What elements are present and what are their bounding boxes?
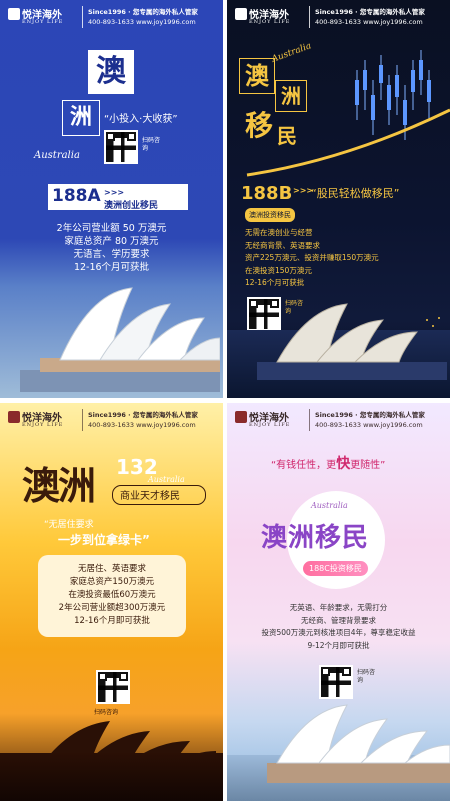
qr-code[interactable]: [96, 670, 130, 704]
requirement-item: 家庭总资产150万澳元: [69, 577, 155, 587]
header-divider: [309, 6, 310, 28]
qr-label: 扫码咨询: [142, 137, 161, 152]
requirement-item: 无需在澳创业与经营: [245, 228, 313, 237]
slogan-part-b: 更随性”: [350, 460, 386, 471]
header-divider: [82, 6, 83, 28]
slogan: “有钱任性，更快更随性”: [271, 453, 385, 473]
qr-code-icon: [106, 132, 136, 162]
header-divider: [309, 409, 310, 431]
poster-header: 悦洋海外 ENJOY LIFE Since1996 · 您专属的海外私人管家 4…: [0, 0, 223, 34]
title-ao: 澳: [88, 50, 134, 94]
logo-icon: [8, 411, 20, 423]
program-name: 澳洲创业移民: [104, 201, 159, 211]
poster-132: 悦洋海外 ENJOY LIFE Since1996 · 您专属的海外私人管家 4…: [0, 403, 223, 801]
requirement-item: 12-16个月可获批: [73, 262, 150, 273]
logo-icon: [235, 411, 247, 423]
requirement-item: 无经商背景、英语要求: [245, 240, 320, 250]
brand-sub: ENJOY LIFE: [22, 19, 64, 25]
program-name: 商业天才移民: [120, 491, 180, 502]
slogan: “小投入·大收获”: [104, 114, 178, 125]
slogan-line-2: 一步到位拿绿卡”: [58, 533, 150, 547]
arrows: >>>: [104, 188, 125, 197]
requirement-item: 无居住、英语要求: [77, 564, 146, 574]
requirement-item: 在澳投资150万澳元: [245, 265, 312, 275]
visa-code: 188B: [241, 183, 293, 204]
header-divider: [82, 409, 83, 431]
logo-icon: [8, 8, 20, 20]
requirements-list: 无居住、英语要求 家庭总资产150万澳元 在澳投资最低60万澳元 2年公司营业额…: [38, 563, 186, 628]
program-tag: 188C投资移民: [303, 561, 368, 576]
opera-house-image: [257, 303, 447, 380]
header-tagline: Since1996 · 您专属的海外私人管家: [315, 8, 425, 16]
script-australia: Australia: [148, 475, 185, 484]
title-ao: 澳: [239, 58, 275, 94]
qr-code-icon: [98, 672, 128, 702]
requirement-item: 无语言、学历要求: [73, 249, 150, 260]
brand-logo: 悦洋海外 ENJOY LIFE: [8, 6, 64, 32]
header-contact: 400-893-1633 www.joy1996.com: [315, 18, 423, 26]
slogan: “股民轻松做移民”: [311, 187, 400, 200]
brand-sub: ENJOY LIFE: [249, 19, 291, 25]
requirement-item: 在澳投资最低60万澳元: [68, 590, 156, 600]
header-tagline: Since1996 · 您专属的海外私人管家: [88, 411, 198, 419]
requirement-item: 资产225万澳元、投资并赚取150万澳元: [245, 253, 379, 262]
qr-code-icon: [321, 667, 351, 697]
header-tagline: Since1996 · 您专属的海外私人管家: [88, 8, 198, 16]
requirement-item: 无英语、年龄要求，无需打分: [289, 603, 388, 612]
qr-label: 扫码咨询: [357, 669, 376, 684]
requirement-item: 投资500万澳元到核准项目4年，尊享稳定收益: [261, 628, 416, 637]
header-tagline: Since1996 · 您专属的海外私人管家: [315, 411, 425, 419]
title-zhou: 洲: [275, 80, 307, 112]
poster-188b: 悦洋海外 ENJOY LIFE Since1996 · 您专属的海外私人管家 4…: [227, 0, 450, 398]
script-australia: Australia: [34, 150, 80, 161]
requirement-item: 2年公司营业额 50 万澳元: [56, 223, 167, 234]
logo-icon: [235, 8, 247, 20]
slogan-line-1: “无居住要求: [44, 520, 94, 530]
poster-188c: 悦洋海外 ENJOY LIFE Since1996 · 您专属的海外私人管家 4…: [227, 403, 450, 801]
requirements-list: 无需在澳创业与经营 无经商背景、英语要求 资产225万澳元、投资并赚取150万澳…: [245, 227, 379, 290]
requirement-item: 家庭总资产 80 万澳元: [64, 236, 159, 247]
opera-house-image: [20, 287, 220, 392]
requirements-list: 2年公司营业额 50 万澳元 家庭总资产 80 万澳元 无语言、学历要求 12-…: [0, 222, 223, 274]
ground-silhouette: [0, 753, 223, 801]
requirement-item: 2年公司营业额超300万澳元: [58, 603, 166, 613]
slogan-emphasis: 快: [336, 456, 351, 472]
header-contact: 400-893-1633 www.joy1996.com: [315, 421, 423, 429]
title-zhou: 洲: [62, 100, 100, 136]
title-yi: 移: [245, 109, 274, 142]
opera-house-image: [267, 704, 450, 783]
poster-header: 悦洋海外 ENJOY LIFE Since1996 · 您专属的海外私人管家 4…: [227, 0, 450, 34]
qr-code[interactable]: [319, 665, 353, 699]
qr-code[interactable]: [104, 130, 138, 164]
title-australia: 澳洲: [22, 463, 96, 508]
qr-label: 扫码咨询: [94, 709, 119, 716]
program-tag: 澳洲投资移民: [245, 208, 295, 222]
poster-188a: 悦洋海外 ENJOY LIFE Since1996 · 您专属的海外私人管家 4…: [0, 0, 223, 398]
header-contact: 400-893-1633 www.joy1996.com: [88, 18, 196, 26]
poster-header: 悦洋海外 ENJOY LIFE Since1996 · 您专属的海外私人管家 4…: [0, 403, 223, 437]
requirements-list: 无英语、年龄要求，无需打分 无经商、管理背景要求 投资500万澳元到核准项目4年…: [227, 602, 450, 652]
title-min: 民: [277, 124, 297, 148]
brand-logo: 悦洋海外 ENJOY LIFE: [235, 6, 291, 32]
brand-sub: ENJOY LIFE: [249, 422, 291, 428]
brand-sub: ENJOY LIFE: [22, 422, 64, 428]
brand-logo: 悦洋海外 ENJOY LIFE: [8, 409, 64, 435]
slogan-part-a: “有钱任性，更: [271, 460, 337, 471]
requirement-item: 无经商、管理背景要求: [301, 615, 376, 625]
poster-header: 悦洋海外 ENJOY LIFE Since1996 · 您专属的海外私人管家 4…: [227, 403, 450, 437]
script-australia: Australia: [311, 501, 348, 510]
brand-logo: 悦洋海外 ENJOY LIFE: [235, 409, 291, 435]
visa-code: 188A: [52, 186, 101, 206]
title-immigration: 澳洲移民: [261, 523, 370, 553]
requirement-item: 12-16个月即可获批: [74, 616, 150, 626]
poster-grid: 悦洋海外 ENJOY LIFE Since1996 · 您专属的海外私人管家 4…: [0, 0, 450, 801]
requirement-item: 12-16个月可获批: [245, 278, 305, 287]
requirement-item: 9-12个月即可获批: [307, 640, 370, 650]
header-contact: 400-893-1633 www.joy1996.com: [88, 421, 196, 429]
